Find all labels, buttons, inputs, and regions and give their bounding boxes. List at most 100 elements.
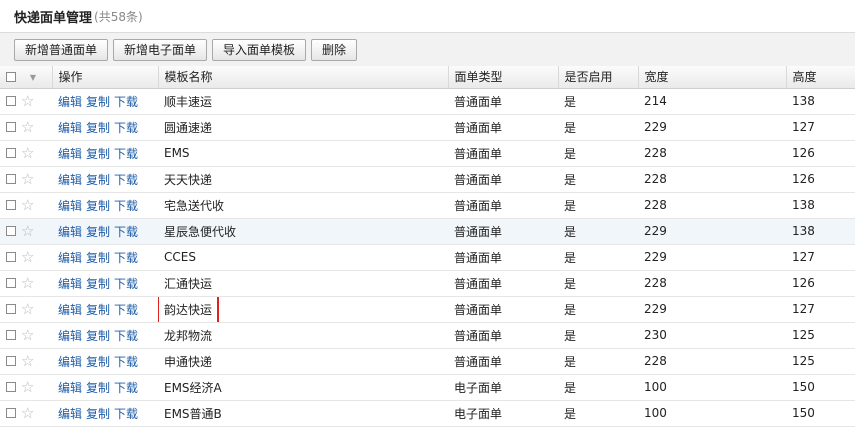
new-normal-waybill-button[interactable]: 新增普通面单 xyxy=(14,38,109,61)
star-icon[interactable]: ☆ xyxy=(21,196,34,214)
download-link[interactable]: 下载 xyxy=(114,407,138,421)
copy-link[interactable]: 复制 xyxy=(86,173,110,187)
copy-link[interactable]: 复制 xyxy=(86,355,110,369)
row-checkbox[interactable] xyxy=(6,408,16,418)
header-type[interactable]: 面单类型 xyxy=(448,66,559,89)
table-row[interactable]: ☆ 编辑 复制 下载 圆通速递 普通面单是 229 127 xyxy=(0,114,855,141)
download-link[interactable]: 下载 xyxy=(114,355,138,369)
enabled-cell: 是 xyxy=(558,322,638,349)
import-template-button[interactable]: 导入面单模板 xyxy=(212,38,307,61)
download-link[interactable]: 下载 xyxy=(114,303,138,317)
row-select-cell: ☆ xyxy=(0,400,52,427)
row-checkbox[interactable] xyxy=(6,226,16,236)
table-row[interactable]: ☆ 编辑 复制 下载 宅急送代收 普通面单是 228 138 xyxy=(0,192,855,219)
star-icon[interactable]: ☆ xyxy=(21,144,34,162)
row-checkbox[interactable] xyxy=(6,122,16,132)
edit-link[interactable]: 编辑 xyxy=(58,147,82,161)
header-enabled[interactable]: 是否启用 xyxy=(558,66,639,89)
row-checkbox[interactable] xyxy=(6,148,16,158)
table-row[interactable]: ☆ 编辑 复制 下载 汇通快运 普通面单是 228 126 xyxy=(0,270,855,297)
edit-link[interactable]: 编辑 xyxy=(58,121,82,135)
header-actions: 操作 xyxy=(52,66,159,89)
star-icon[interactable]: ☆ xyxy=(21,378,34,396)
table-row[interactable]: ☆ 编辑 复制 下载 EMS经济A 电子面单是 100 150 xyxy=(0,374,855,401)
edit-link[interactable]: 编辑 xyxy=(58,173,82,187)
edit-link[interactable]: 编辑 xyxy=(58,225,82,239)
star-icon[interactable]: ☆ xyxy=(21,92,34,110)
edit-link[interactable]: 编辑 xyxy=(58,329,82,343)
table-row[interactable]: ☆ 编辑 复制 下载 申通快递 普通面单是 228 125 xyxy=(0,348,855,375)
edit-link[interactable]: 编辑 xyxy=(58,381,82,395)
copy-link[interactable]: 复制 xyxy=(86,147,110,161)
row-actions-cell: 编辑 复制 下载 xyxy=(52,88,158,115)
copy-link[interactable]: 复制 xyxy=(86,225,110,239)
row-select-cell: ☆ xyxy=(0,166,52,193)
table-row[interactable]: ☆ 编辑 复制 下载 顺丰速运 普通面单是 214 138 xyxy=(0,88,855,115)
edit-link[interactable]: 编辑 xyxy=(58,407,82,421)
edit-link[interactable]: 编辑 xyxy=(58,355,82,369)
copy-link[interactable]: 复制 xyxy=(86,251,110,265)
star-icon[interactable]: ☆ xyxy=(21,352,34,370)
download-link[interactable]: 下载 xyxy=(114,95,138,109)
download-link[interactable]: 下载 xyxy=(114,381,138,395)
star-icon[interactable]: ☆ xyxy=(21,326,34,344)
new-electronic-waybill-button[interactable]: 新增电子面单 xyxy=(113,38,208,61)
header-height[interactable]: 高度 xyxy=(786,66,855,89)
download-link[interactable]: 下载 xyxy=(114,251,138,265)
star-icon[interactable]: ☆ xyxy=(21,300,34,318)
copy-link[interactable]: 复制 xyxy=(86,407,110,421)
edit-link[interactable]: 编辑 xyxy=(58,303,82,317)
header-template-name[interactable]: 模板名称 xyxy=(158,66,449,89)
table-row[interactable]: ☆ 编辑 复制 下载 EMS普通B 电子面单是 100 150 xyxy=(0,400,855,427)
copy-link[interactable]: 复制 xyxy=(86,121,110,135)
download-link[interactable]: 下载 xyxy=(114,121,138,135)
enabled-cell: 是 xyxy=(558,374,638,401)
star-icon[interactable]: ☆ xyxy=(21,404,34,422)
table-row[interactable]: ☆ 编辑 复制 下载 CCES 普通面单是 229 127 xyxy=(0,244,855,271)
row-checkbox[interactable] xyxy=(6,382,16,392)
edit-link[interactable]: 编辑 xyxy=(58,95,82,109)
table-row[interactable]: ☆ 编辑 复制 下载 星辰急便代收 普通面单是 229 138 xyxy=(0,218,855,245)
row-checkbox[interactable] xyxy=(6,330,16,340)
select-all-checkbox[interactable] xyxy=(6,72,16,83)
copy-link[interactable]: 复制 xyxy=(86,277,110,291)
download-link[interactable]: 下载 xyxy=(114,173,138,187)
template-name-cell: 天天快递 xyxy=(158,166,448,193)
waybill-template-table: ▼ 操作 模板名称 面单类型 是否启用 宽度 高度 ☆ 编辑 复制 下载 顺丰速运 普通面… xyxy=(0,66,855,427)
sort-dropdown-icon[interactable]: ▼ xyxy=(30,73,36,82)
row-checkbox[interactable] xyxy=(6,252,16,262)
star-icon[interactable]: ☆ xyxy=(21,170,34,188)
star-icon[interactable]: ☆ xyxy=(21,248,34,266)
star-icon[interactable]: ☆ xyxy=(21,118,34,136)
edit-link[interactable]: 编辑 xyxy=(58,277,82,291)
table-row[interactable]: ☆ 编辑 复制 下载 天天快递 普通面单是 228 126 xyxy=(0,166,855,193)
download-link[interactable]: 下载 xyxy=(114,225,138,239)
header-width[interactable]: 宽度 xyxy=(638,66,787,89)
header-select: ▼ xyxy=(0,66,53,89)
row-checkbox[interactable] xyxy=(6,304,16,314)
row-checkbox[interactable] xyxy=(6,278,16,288)
row-checkbox[interactable] xyxy=(6,356,16,366)
download-link[interactable]: 下载 xyxy=(114,329,138,343)
copy-link[interactable]: 复制 xyxy=(86,329,110,343)
copy-link[interactable]: 复制 xyxy=(86,303,110,317)
copy-link[interactable]: 复制 xyxy=(86,95,110,109)
download-link[interactable]: 下载 xyxy=(114,277,138,291)
download-link[interactable]: 下载 xyxy=(114,199,138,213)
download-link[interactable]: 下载 xyxy=(114,147,138,161)
row-checkbox[interactable] xyxy=(6,96,16,106)
row-checkbox[interactable] xyxy=(6,174,16,184)
waybill-type-cell: 普通面单 xyxy=(448,114,558,141)
edit-link[interactable]: 编辑 xyxy=(58,199,82,213)
table-row[interactable]: ☆ 编辑 复制 下载 龙邦物流 普通面单是 230 125 xyxy=(0,322,855,349)
table-row[interactable]: ☆ 编辑 复制 下载 EMS 普通面单是 228 126 xyxy=(0,140,855,167)
edit-link[interactable]: 编辑 xyxy=(58,251,82,265)
height-cell: 138 xyxy=(786,218,855,245)
star-icon[interactable]: ☆ xyxy=(21,222,34,240)
row-checkbox[interactable] xyxy=(6,200,16,210)
delete-button[interactable]: 删除 xyxy=(311,38,358,61)
table-row[interactable]: ☆ 编辑 复制 下载 韵达快运 普通面单是 229 127 xyxy=(0,296,855,323)
copy-link[interactable]: 复制 xyxy=(86,381,110,395)
star-icon[interactable]: ☆ xyxy=(21,274,34,292)
copy-link[interactable]: 复制 xyxy=(86,199,110,213)
